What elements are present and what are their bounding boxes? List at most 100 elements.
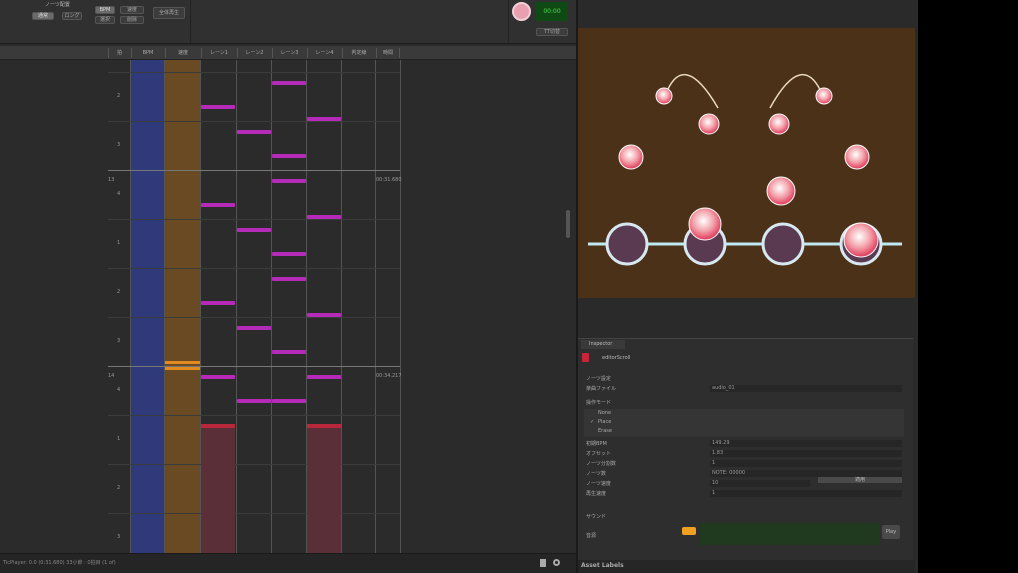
sound-label: 音源 — [586, 533, 597, 539]
delete-button[interactable]: 削除 — [120, 16, 144, 24]
mode-option-none[interactable]: None — [598, 410, 611, 416]
note[interactable] — [272, 399, 306, 403]
measure-time: 00:34.217 — [376, 373, 402, 379]
note[interactable] — [272, 350, 306, 354]
note[interactable] — [237, 129, 271, 134]
scrollbar-thumb[interactable] — [566, 210, 570, 238]
speed-lane[interactable] — [165, 60, 200, 553]
beat-label: 1 — [117, 436, 121, 442]
note[interactable] — [272, 276, 306, 281]
long-note[interactable] — [307, 423, 341, 553]
field-value[interactable]: 1 — [710, 490, 902, 497]
play-all-button[interactable]: 全体再生 — [153, 7, 185, 19]
measure-time: 00:31.680 — [376, 177, 402, 183]
audio-clip-icon — [682, 527, 696, 535]
note[interactable] — [272, 178, 306, 183]
beat-label: 2 — [117, 289, 121, 295]
beat-label: 2 — [117, 485, 121, 491]
header-bpm: BPM — [131, 48, 164, 58]
asset-labels: Asset Labels — [578, 560, 915, 573]
mode-option-place[interactable]: Place — [598, 419, 611, 425]
note[interactable] — [307, 215, 341, 220]
speed-button[interactable]: 速度 — [120, 6, 144, 14]
inspector-panel: Inspector editorScroll ノーツ設定 楽曲ファイル audi… — [578, 338, 913, 560]
header-beat: 拍 — [108, 48, 130, 58]
note[interactable] — [237, 399, 271, 403]
beat-label: 3 — [117, 534, 121, 540]
lane-divider — [341, 60, 342, 553]
note-grid[interactable]: 00:31.680 00:34.217 13 14 23412341234 — [0, 60, 576, 553]
apply-button[interactable]: 適用 — [818, 477, 902, 483]
note-ball — [843, 222, 879, 258]
beat-label: 1 — [117, 240, 121, 246]
select-button[interactable]: 選択 — [95, 16, 115, 24]
long-note-button[interactable]: ロング — [62, 12, 82, 20]
editor-toolbar: ノーツ配置 通常 ロング BPM 速度 選択 削除 全体再生 00:00 TT切… — [0, 0, 576, 44]
lane-header: 拍 BPM 速度 レーン1 レーン2 レーン3 レーン4 判定線 時間 — [0, 46, 576, 60]
field-value[interactable]: 1 — [710, 460, 902, 467]
lane-divider — [130, 60, 131, 553]
field-value[interactable]: 149.29 — [710, 440, 902, 447]
field-value[interactable]: 1.83 — [710, 450, 902, 457]
timer-display: 00:00 — [536, 2, 568, 21]
speed-marker[interactable] — [165, 361, 200, 364]
record-icon[interactable] — [512, 2, 531, 21]
measure-number: 13 — [108, 177, 115, 183]
note[interactable] — [307, 313, 341, 318]
beat-line — [108, 72, 400, 73]
note-ball — [655, 87, 673, 105]
note-ball — [844, 144, 870, 170]
inspector-tab[interactable]: Inspector — [581, 340, 625, 349]
note[interactable] — [237, 227, 271, 232]
toolbar-divider — [190, 0, 191, 44]
field-label: ノーツ分割数 — [586, 461, 616, 467]
document-icon[interactable] — [540, 559, 546, 567]
settings-icon[interactable] — [553, 559, 560, 566]
field-label: 楽曲ファイル — [586, 386, 617, 392]
field-value[interactable]: 10 — [710, 480, 810, 487]
header-time: 時間 — [376, 48, 400, 58]
normal-note-button[interactable]: 通常 — [32, 12, 54, 20]
game-preview — [588, 74, 902, 266]
bpm-lane[interactable] — [131, 60, 164, 553]
note[interactable] — [272, 80, 306, 85]
lane-divider — [375, 60, 376, 553]
beat-label: 2 — [117, 93, 121, 99]
note[interactable] — [201, 203, 235, 207]
measure-number: 14 — [108, 373, 115, 379]
slide-arc — [769, 74, 824, 109]
slide-arc — [664, 74, 719, 109]
note[interactable] — [272, 252, 306, 256]
mode-option-erase[interactable]: Erase — [598, 428, 612, 434]
note[interactable] — [201, 301, 235, 305]
fix-button[interactable]: TT切替 — [536, 28, 568, 36]
audio-field[interactable]: audio_01 — [710, 385, 902, 392]
game-view — [578, 28, 915, 298]
bpm-button[interactable]: BPM — [95, 6, 115, 14]
note[interactable] — [272, 154, 306, 158]
header-lane-1: レーン1 — [201, 48, 236, 58]
lane-target — [761, 222, 805, 266]
mode-label: ノーツ配置 — [45, 2, 70, 8]
beat-label: 4 — [117, 191, 121, 197]
note[interactable] — [201, 374, 235, 379]
field-value[interactable]: NOTE: 00000 — [710, 470, 902, 477]
note[interactable] — [307, 374, 341, 379]
status-text: TicPlayer: 0.0 (0:31.680) 33小節 : 0拍目 (1 … — [3, 560, 116, 566]
note[interactable] — [307, 117, 341, 122]
header-lane-2: レーン2 — [237, 48, 271, 58]
status-bar: TicPlayer: 0.0 (0:31.680) 33小節 : 0拍目 (1 … — [0, 553, 576, 573]
note-ball — [766, 176, 796, 206]
object-name: editorScroll — [602, 355, 631, 361]
note[interactable] — [237, 325, 271, 330]
long-note[interactable] — [201, 423, 235, 553]
beat-label: 3 — [117, 338, 121, 344]
field-label: ノーツ設定 — [586, 376, 611, 382]
play-button[interactable]: Play — [882, 525, 900, 539]
measure-line — [108, 170, 400, 171]
speed-marker[interactable] — [165, 367, 200, 370]
note[interactable] — [201, 105, 235, 109]
beat-label: 4 — [117, 387, 121, 393]
field-label: ノーツ数 — [586, 471, 606, 477]
note-ball — [815, 87, 833, 105]
